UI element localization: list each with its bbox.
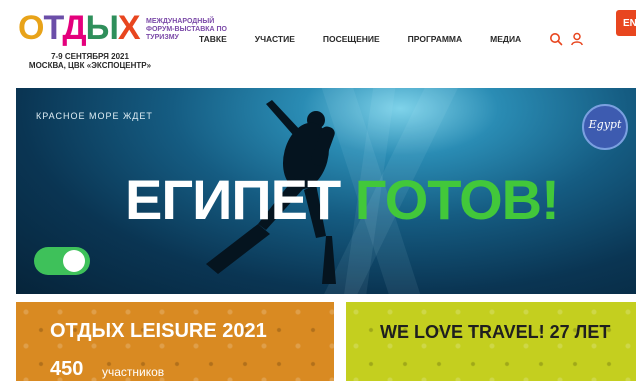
nav-item-visit[interactable]: ПОСЕЩЕНИЕ — [323, 32, 380, 46]
hero-tagline: КРАСНОЕ МОРЕ ЖДЕТ — [36, 111, 153, 121]
language-button[interactable]: EN — [616, 10, 636, 36]
site-logo[interactable]: ОТДЫХ МЕЖДУНАРОДНЫЙ ФОРУМ-ВЫСТАВКА ПО ТУ… — [18, 8, 227, 48]
toggle-knob[interactable] — [63, 250, 85, 272]
user-icon[interactable] — [570, 32, 584, 46]
hero-title-word2: ГОТОВ! — [354, 168, 560, 231]
participants-count: 450 — [50, 358, 84, 380]
nav-item-participation[interactable]: УЧАСТИЕ — [255, 32, 295, 46]
nav-item-media[interactable]: МЕДИА — [490, 32, 521, 46]
site-header: ОТДЫХ МЕЖДУНАРОДНЫЙ ФОРУМ-ВЫСТАВКА ПО ТУ… — [0, 0, 636, 86]
nav-item-exhibition[interactable]: ТАВКЕ — [199, 32, 227, 46]
participants-label: участников — [102, 365, 165, 379]
slider-toggle[interactable] — [34, 247, 90, 275]
event-venue: МОСКВА, ЦВК «ЭКСПОЦЕНТР» — [28, 61, 152, 70]
card-title: WE LOVE TRAVEL! 27 ЛЕТ — [380, 322, 611, 342]
nav-item-program[interactable]: ПРОГРАММА — [408, 32, 462, 46]
card-we-love-travel[interactable]: WE LOVE TRAVEL! 27 ЛЕТ — [346, 302, 636, 381]
hero-title: ЕГИПЕТ ГОТОВ! — [125, 168, 560, 231]
logo-wordmark: ОТДЫХ — [18, 9, 141, 47]
hero-banner[interactable]: КРАСНОЕ МОРЕ ЖДЕТ ЕГИПЕТ ГОТОВ! Egypt — [16, 88, 636, 294]
main-nav: ТАВКЕ УЧАСТИЕ ПОСЕЩЕНИЕ ПРОГРАММА МЕДИА — [199, 32, 549, 46]
badge-text: Egypt — [588, 118, 622, 131]
egypt-badge: Egypt — [582, 104, 628, 150]
search-icon[interactable] — [549, 32, 563, 46]
hero-title-word1: ЕГИПЕТ — [125, 168, 341, 231]
event-dates: 7-9 СЕНТЯБРЯ 2021 — [51, 52, 129, 61]
card-leisure[interactable]: ОТДЫХ LEISURE 2021 450 участников — [16, 302, 334, 381]
card-title: ОТДЫХ LEISURE 2021 — [50, 320, 267, 342]
event-info: 7-9 СЕНТЯБРЯ 2021 МОСКВА, ЦВК «ЭКСПОЦЕНТ… — [20, 52, 160, 70]
